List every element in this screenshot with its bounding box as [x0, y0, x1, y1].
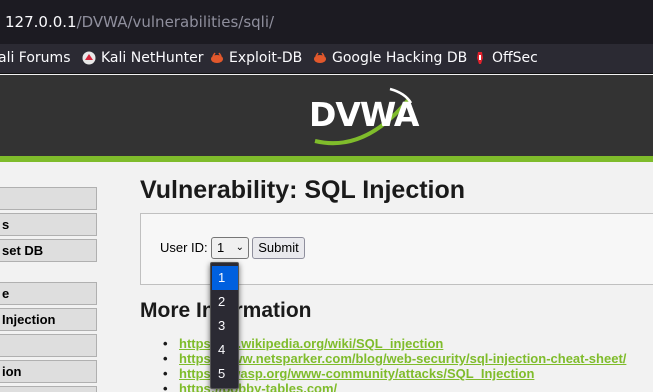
ghdb-icon — [313, 51, 327, 65]
bookmark-label: OffSec — [492, 50, 538, 66]
url-text[interactable]: 127.0.0.1/DVWA/vulnerabilities/sqli/ — [5, 13, 274, 31]
dropdown-option[interactable]: 5 — [212, 362, 238, 386]
dropdown-option[interactable]: 4 — [212, 338, 238, 362]
reference-link[interactable]: https://bobby-tables.com/ — [179, 381, 337, 392]
user-id-selected-value: 1 — [217, 240, 225, 255]
bookmarks-bar: ali Forums Kali NetHunter Exploit-DB Goo… — [0, 44, 653, 74]
menu-item[interactable] — [0, 386, 97, 392]
exploit-db-icon — [210, 51, 224, 65]
menu-item[interactable] — [0, 334, 97, 357]
browser-url-bar[interactable]: 127.0.0.1/DVWA/vulnerabilities/sqli/ — [0, 0, 653, 44]
url-path: /DVWA/vulnerabilities/sqli/ — [76, 13, 275, 31]
dropdown-option[interactable]: 2 — [212, 290, 238, 314]
header-stripe — [0, 156, 653, 162]
submit-button[interactable]: Submit — [252, 237, 305, 259]
dropdown-option[interactable]: 1 — [212, 266, 238, 290]
offsec-icon — [473, 51, 487, 65]
menu-item[interactable]: s — [0, 213, 97, 236]
menu-item-sql-injection[interactable]: Injection — [0, 308, 97, 331]
user-id-dropdown-list: 1 2 3 4 5 — [210, 262, 239, 389]
page-title: Vulnerability: SQL Injection — [140, 176, 466, 204]
bookmark-kali-nethunter[interactable]: Kali NetHunter — [82, 50, 203, 66]
bookmark-label: Exploit-DB — [229, 50, 303, 66]
dvwa-logo[interactable]: DVWA — [305, 81, 419, 151]
bookmark-google-hacking-db[interactable]: Google Hacking DB — [313, 50, 467, 66]
bookmark-label: Google Hacking DB — [332, 50, 468, 66]
chevron-down-icon: ⌄ — [235, 242, 244, 253]
menu-item[interactable]: e — [0, 282, 97, 305]
user-id-select[interactable]: 1 ⌄ — [211, 237, 249, 259]
user-id-label: User ID: — [160, 240, 208, 255]
menu-item[interactable]: ion — [0, 360, 97, 383]
bookmark-kali-forums[interactable]: ali Forums — [0, 50, 71, 66]
reference-link[interactable]: https://www.netsparker.com/blog/web-secu… — [179, 351, 626, 366]
menu-item-reset-db[interactable]: set DB — [0, 239, 97, 262]
kali-nethunter-icon — [82, 51, 96, 65]
dropdown-option[interactable]: 3 — [212, 314, 238, 338]
menu-item[interactable] — [0, 187, 97, 210]
logo-text: DVWA — [309, 95, 419, 134]
url-host: 127.0.0.1 — [5, 13, 77, 31]
dvwa-header: DVWA — [0, 75, 653, 156]
bookmark-exploit-db[interactable]: Exploit-DB — [210, 50, 302, 66]
bookmark-label: Kali NetHunter — [101, 50, 204, 66]
bookmark-offsec[interactable]: OffSec — [473, 50, 538, 66]
bookmark-label: ali Forums — [0, 50, 71, 66]
